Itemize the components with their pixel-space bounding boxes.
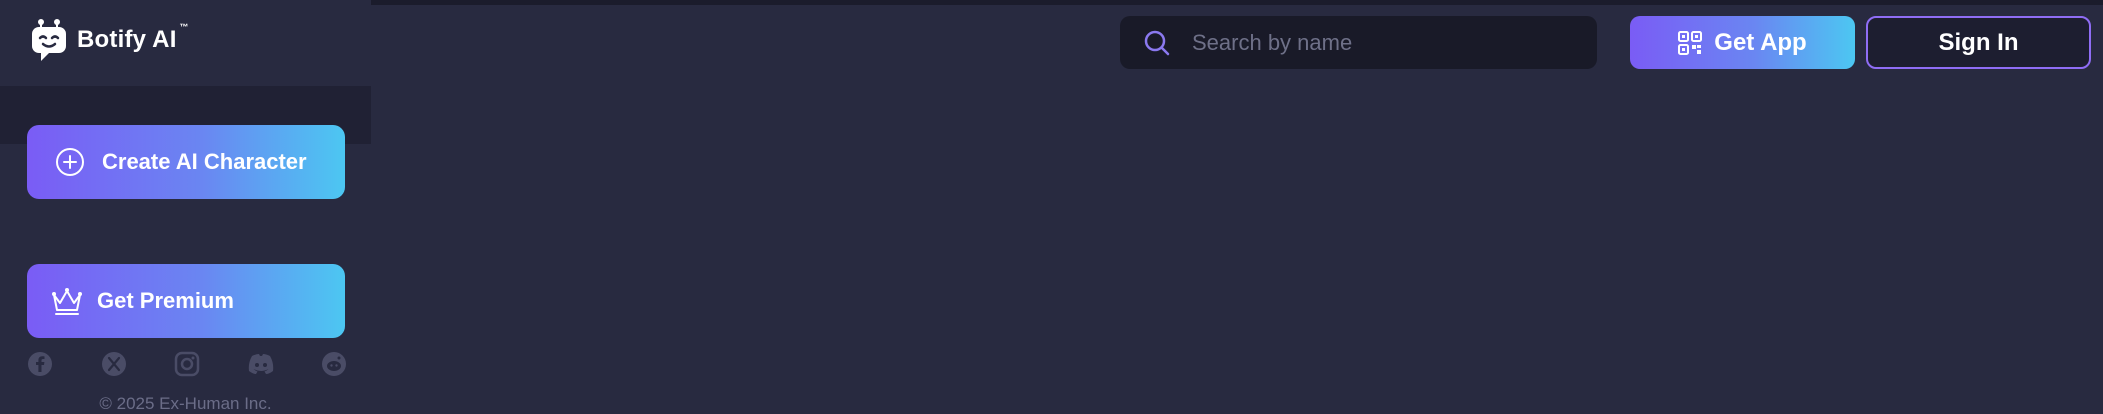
social-links [26,350,348,378]
get-premium-label: Get Premium [97,288,234,313]
reddit-icon[interactable] [320,350,348,378]
qr-code-icon [1678,30,1703,55]
sign-in-label: Sign In [1938,28,2019,56]
discord-icon[interactable] [247,350,275,378]
search-icon [1144,30,1170,55]
create-ai-character-label: Create AI Character [102,149,307,174]
get-app-label: Get App [1714,28,1807,56]
brand-logo[interactable]: Botify AI ™ [31,18,189,62]
search-input[interactable] [1190,28,1574,57]
plus-circle-icon [54,146,86,178]
instagram-icon[interactable] [173,350,201,378]
get-app-button[interactable]: Get App [1630,16,1855,69]
crown-icon [51,285,83,317]
sidebar: Botify AI ™ Create AI Character Get Premi… [0,0,371,414]
x-twitter-icon[interactable] [100,350,128,378]
sidebar-header: Botify AI ™ [0,0,371,86]
robot-face-logo-icon [32,19,66,61]
brand-name: Botify AI ™ [77,22,189,53]
sign-in-button[interactable]: Sign In [1866,16,2091,69]
get-premium-button[interactable]: Get Premium [27,264,345,338]
create-ai-character-button[interactable]: Create AI Character [27,125,345,199]
top-edge-bar [371,0,2103,5]
search-bar[interactable] [1120,16,1597,69]
facebook-icon[interactable] [26,350,54,378]
trademark-mark: ™ [179,22,189,32]
copyright-text: © 2025 Ex-Human Inc. [99,394,272,413]
